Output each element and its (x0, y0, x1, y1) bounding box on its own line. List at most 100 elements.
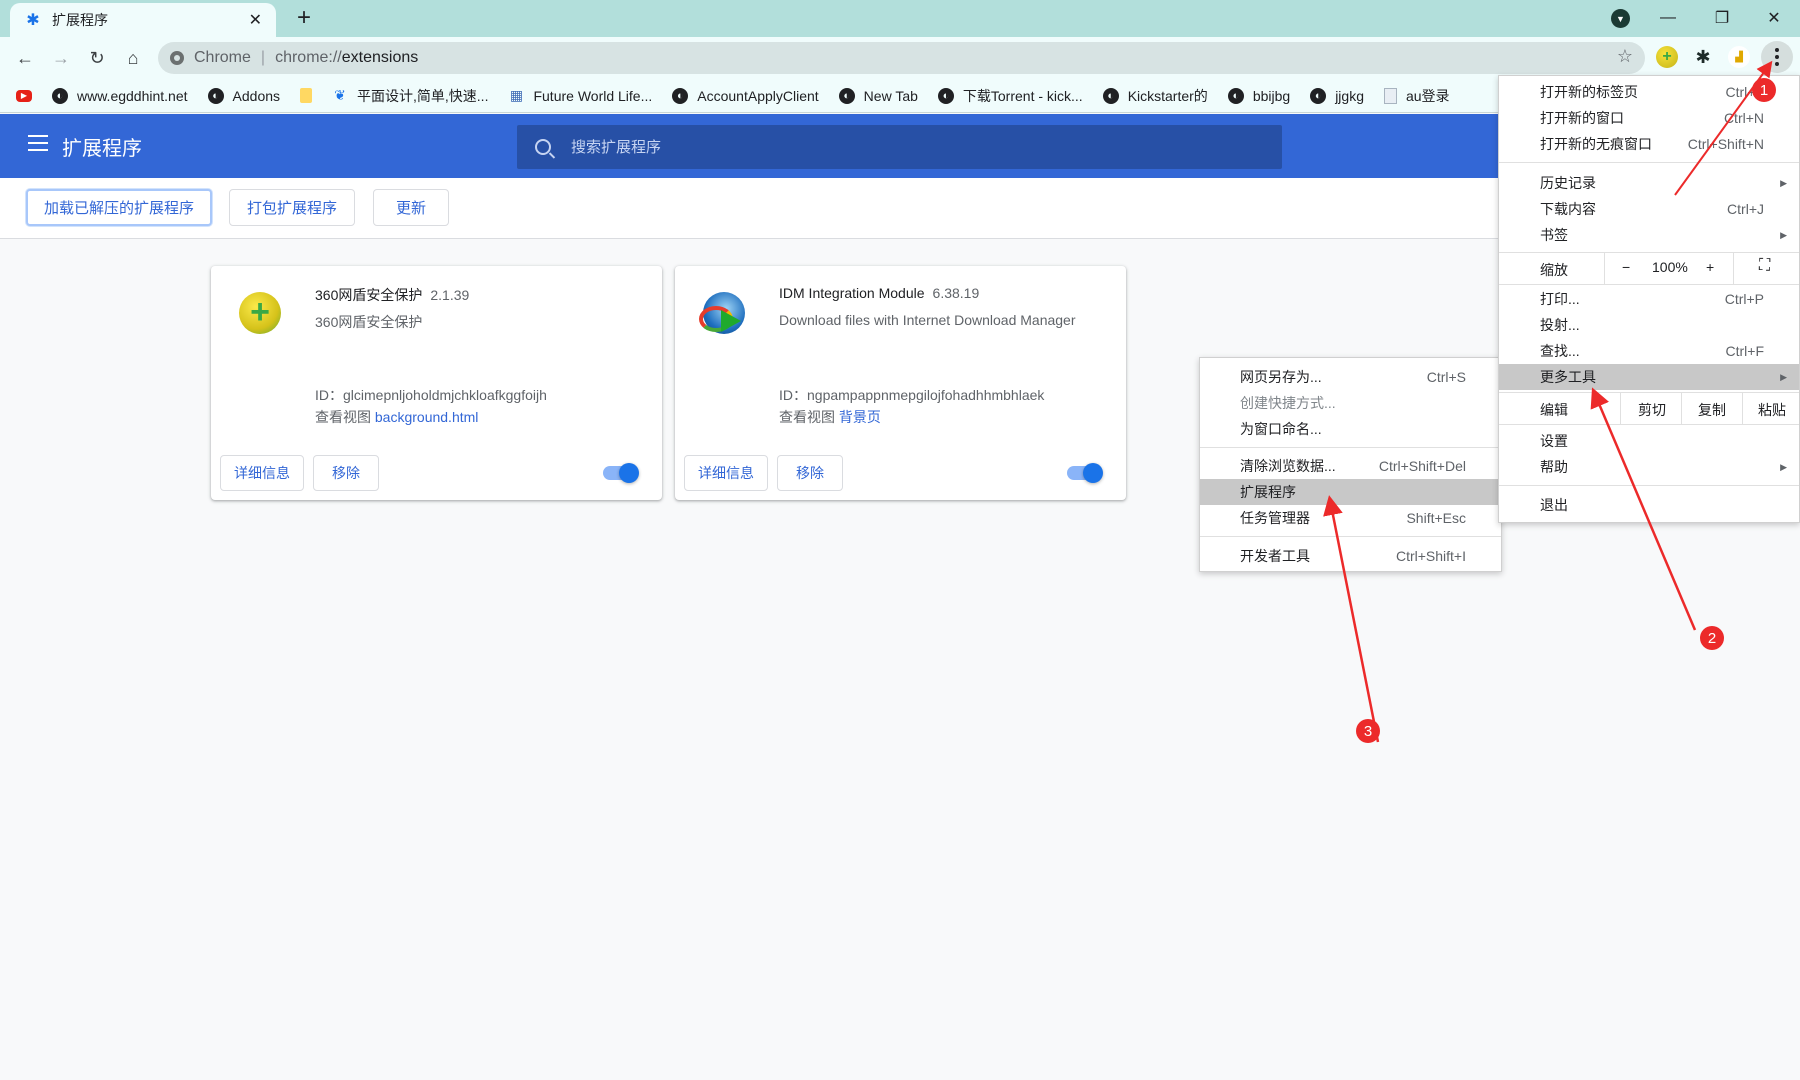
inspect-views-row: 查看视图 背景页 (779, 407, 881, 427)
minimize-button[interactable]: — (1648, 4, 1688, 32)
load-unpacked-button[interactable]: 加载已解压的扩展程序 (26, 189, 212, 226)
extension-card: 360网盾安全保护 2.1.39 360网盾安全保护 ID：glcimepnljo… (211, 266, 662, 500)
menu-item-extensions[interactable]: 扩展程序 (1200, 479, 1501, 505)
new-tab-button[interactable]: + (292, 4, 316, 32)
search-input[interactable] (571, 138, 1171, 156)
document-icon (1383, 87, 1397, 104)
360-shield-icon[interactable] (1656, 46, 1678, 68)
inspect-view-link[interactable]: 背景页 (839, 409, 881, 425)
menu-item-downloads[interactable]: 下载内容 Ctrl+J (1499, 196, 1799, 222)
extension-name: 360网盾安全保护 (315, 287, 423, 303)
page-title: 扩展程序 (62, 138, 142, 160)
bookmark-item[interactable]: ❦ 平面设计,简单,快速... (332, 86, 488, 106)
menu-item-cast[interactable]: 投射... (1499, 312, 1799, 338)
restore-button[interactable]: ❐ (1702, 4, 1742, 32)
reload-button[interactable]: ↻ (83, 44, 111, 72)
zoom-in-button[interactable]: + (1706, 259, 1714, 275)
menu-item-bookmarks[interactable]: 书签 ▶ (1499, 222, 1799, 248)
zoom-out-button[interactable]: − (1622, 259, 1630, 275)
menu-item-task-manager[interactable]: 任务管理器 Shift+Esc (1200, 505, 1501, 531)
bookmark-item[interactable]: ◐ jjgkg (1310, 87, 1364, 104)
tab-extensions[interactable]: ✱ 扩展程序 ✕ (10, 3, 276, 37)
extension-description: Download files with Internet Download Ma… (779, 312, 1076, 328)
bookmark-star-icon[interactable]: ☆ (1617, 46, 1633, 67)
tab-close-icon[interactable]: ✕ (249, 10, 262, 30)
idm-globe-icon (699, 292, 745, 334)
bookmark-item[interactable]: ◐ Addons (207, 87, 280, 104)
bookmark-item[interactable]: ◐ AccountApplyClient (672, 87, 819, 104)
bookmark-label: AccountApplyClient (697, 87, 819, 104)
menu-item-label: 历史记录 (1540, 175, 1596, 191)
menu-item-clear-browsing-data[interactable]: 清除浏览数据... Ctrl+Shift+Del (1200, 453, 1501, 479)
extension-id-row: ID：glcimepnljoholdmjchkloafkggfoijh (315, 385, 547, 405)
submenu-arrow-icon: ▶ (1780, 177, 1787, 188)
bookmark-item[interactable]: au登录 (1383, 86, 1450, 106)
menu-shortcut: Ctrl+Shift+I (1395, 548, 1466, 564)
menu-separator (1200, 447, 1501, 448)
menu-item-history[interactable]: 历史记录 ▶ (1499, 170, 1799, 196)
menu-item-name-window[interactable]: 为窗口命名... (1200, 416, 1501, 442)
forward-button[interactable]: → (47, 44, 75, 72)
globe-icon: ◐ (52, 87, 68, 104)
puzzle-icon: ✱ (26, 12, 40, 29)
menu-divider (1681, 392, 1682, 424)
menu-item-create-shortcut[interactable]: 创建快捷方式... (1200, 390, 1501, 416)
menu-item-label: 为窗口命名... (1240, 421, 1322, 437)
menu-divider (1620, 392, 1621, 424)
menu-shortcut: Ctrl+Shift+N (1687, 136, 1764, 152)
menu-item-more-tools[interactable]: 更多工具 ▶ (1499, 364, 1799, 390)
bookmark-label: 下载Torrent - kick... (962, 87, 1083, 104)
hamburger-menu-icon[interactable] (28, 134, 48, 152)
menu-item-find[interactable]: 查找... Ctrl+F (1499, 338, 1799, 364)
back-button[interactable]: ← (11, 44, 39, 72)
bookmark-item[interactable]: ◐ www.egddhint.net (52, 87, 188, 104)
menu-item-new-incognito[interactable]: 打开新的无痕窗口 Ctrl+Shift+N (1499, 131, 1799, 157)
extension-description: 360网盾安全保护 (315, 314, 423, 330)
enable-toggle[interactable] (603, 463, 639, 483)
annotation-badge-3: 3 (1356, 719, 1380, 743)
menu-item-help[interactable]: 帮助 ▶ (1499, 454, 1799, 480)
paste-button[interactable]: 粘贴 (1758, 400, 1786, 420)
menu-item-label: 退出 (1540, 497, 1568, 513)
bookmark-item[interactable] (300, 88, 313, 103)
remove-button[interactable]: 移除 (313, 455, 379, 491)
search-extensions[interactable] (517, 125, 1282, 169)
bookmark-item[interactable]: ▶ (16, 89, 32, 102)
toggle-knob (619, 463, 639, 483)
menu-item-label: 开发者工具 (1240, 548, 1310, 564)
menu-item-print[interactable]: 打印... Ctrl+P (1499, 286, 1799, 312)
details-button[interactable]: 详细信息 (684, 455, 768, 491)
menu-item-label: 设置 (1540, 433, 1568, 449)
details-button[interactable]: 详细信息 (220, 455, 304, 491)
address-bar[interactable]: Chrome | chrome://extensions ☆ (158, 42, 1645, 74)
menu-item-new-window[interactable]: 打开新的窗口 Ctrl+N (1499, 105, 1799, 131)
pack-extension-button[interactable]: 打包扩展程序 (229, 189, 355, 226)
extension-name-row: IDM Integration Module 6.38.19 (779, 285, 979, 301)
menu-item-exit[interactable]: 退出 (1499, 492, 1799, 518)
cut-button[interactable]: 剪切 (1638, 400, 1666, 420)
enable-toggle[interactable] (1067, 463, 1103, 483)
bookmark-item[interactable]: ◐ 下载Torrent - kick... (937, 86, 1083, 106)
bookmark-item[interactable]: ▦ Future World Life... (508, 87, 652, 104)
close-window-button[interactable]: ✕ (1754, 4, 1794, 32)
inspect-view-link[interactable]: background.html (375, 409, 479, 425)
origin-chip: Chrome (194, 49, 251, 66)
bookmark-item[interactable]: ◐ New Tab (838, 87, 918, 104)
fullscreen-icon[interactable]: ⛶ (1759, 257, 1770, 275)
menu-item-developer-tools[interactable]: 开发者工具 Ctrl+Shift+I (1200, 543, 1501, 569)
update-button[interactable]: 更新 (373, 189, 449, 226)
search-icon (535, 139, 551, 155)
home-button[interactable]: ⌂ (119, 44, 147, 72)
tab-search-icon[interactable]: ▼ (1611, 9, 1630, 28)
copy-button[interactable]: 复制 (1698, 400, 1726, 420)
extensions-puzzle-icon[interactable]: ✱ (1692, 46, 1714, 68)
folder-icon (300, 88, 313, 103)
remove-button[interactable]: 移除 (777, 455, 843, 491)
bookmark-item[interactable]: ◐ bbijbg (1227, 87, 1290, 104)
chrome-menu-button[interactable] (1761, 41, 1793, 73)
submenu-arrow-icon: ▶ (1780, 371, 1787, 382)
menu-item-settings[interactable]: 设置 (1499, 428, 1799, 454)
menu-item-save-page[interactable]: 网页另存为... Ctrl+S (1200, 364, 1501, 390)
bookmark-item[interactable]: ◐ Kickstarter的 (1102, 86, 1208, 106)
chart-extension-icon[interactable]: ▟ (1728, 46, 1750, 68)
